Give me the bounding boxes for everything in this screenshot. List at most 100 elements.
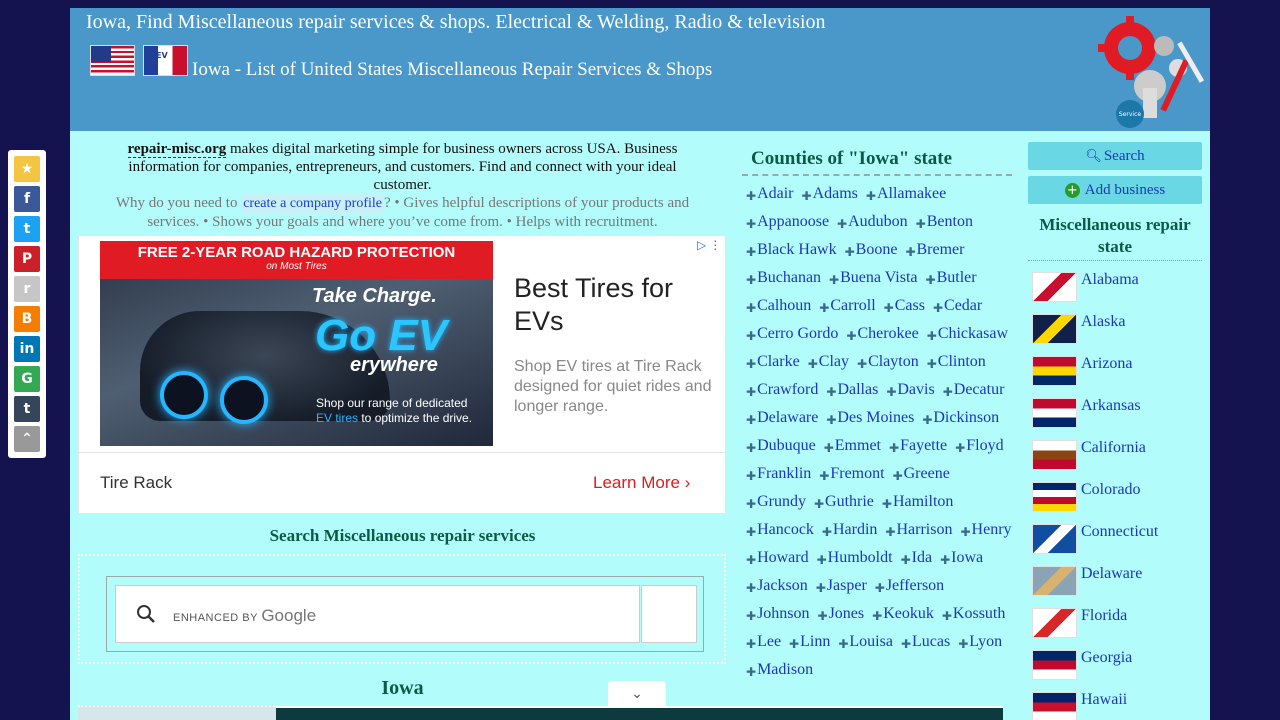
county-link[interactable]: ✚ Boone [845,240,898,268]
ad-choices-icon[interactable]: ▷ ⋮ [697,238,721,253]
ad-brand[interactable]: Tire Rack [100,473,172,493]
county-link[interactable]: ✚ Cherokee [846,324,918,352]
bottom-anchor-ad[interactable] [276,706,1003,720]
search-button[interactable]: 🔍︎ Search [1028,142,1202,170]
county-link[interactable]: ✚ Louisa [838,632,893,660]
county-link[interactable]: ✚ Davis [886,380,934,408]
county-link[interactable]: ✚ Carroll [819,296,875,324]
tumblr-icon[interactable]: t [14,396,40,422]
county-link[interactable]: ✚ Clayton [857,352,919,380]
linkedin-icon[interactable]: in [14,336,40,362]
blogger-icon[interactable]: B [14,306,40,332]
county-link[interactable]: ✚ Harrison [885,520,952,548]
county-link[interactable]: ✚ Lyon [958,632,1002,660]
county-link[interactable]: ✚ Buena Vista [829,268,917,296]
county-link[interactable]: ✚ Lucas [901,632,950,660]
county-link[interactable]: ✚ Fayette [889,436,947,464]
county-link[interactable]: ✚ Hardin [822,520,878,548]
county-link[interactable]: ✚ Dubuque [746,436,816,464]
county-link[interactable]: ✚ Keokuk [872,604,934,632]
county-link[interactable]: ✚ Lee [746,632,781,660]
add-business-button[interactable]: + Add business [1028,176,1202,204]
county-link[interactable]: ✚ Dickinson [922,408,999,436]
county-link[interactable]: ✚ Hamilton [882,492,954,520]
twitter-icon[interactable]: t [14,216,40,242]
county-link[interactable]: ✚ Chickasaw [927,324,1008,352]
collapse-ad-button[interactable]: ⌄ [608,681,666,708]
county-link[interactable]: ✚ Delaware [746,408,818,436]
county-link[interactable]: ✚ Howard [746,548,809,576]
service-logo-icon: Service [1098,16,1205,128]
state-link[interactable]: Arkansas [1032,397,1141,428]
state-link[interactable]: Colorado [1032,481,1141,512]
county-link[interactable]: ✚ Buchanan [746,268,821,296]
county-link[interactable]: ✚ Cedar [933,296,982,324]
county-link[interactable]: ✚ Calhoun [746,296,811,324]
county-link[interactable]: ✚ Fremont [819,464,884,492]
state-link[interactable]: Georgia [1032,649,1132,680]
county-link[interactable]: ✚ Floyd [955,436,1003,464]
county-link[interactable]: ✚ Jefferson [875,576,944,604]
county-link[interactable]: ✚ Clay [808,352,849,380]
county-link[interactable]: ✚ Clinton [927,352,986,380]
county-link[interactable]: ✚ Ida [901,548,933,576]
ad-image[interactable]: FREE 2-YEAR ROAD HAZARD PROTECTION on Mo… [100,241,493,446]
search-submit-button[interactable] [641,585,697,643]
iowa-flag-icon[interactable]: EV [143,45,188,76]
county-link[interactable]: ✚ Grundy [746,492,806,520]
county-link[interactable]: ✚ Adams [802,184,858,212]
county-link[interactable]: ✚ Jones [818,604,865,632]
county-link[interactable]: ✚ Appanoose [746,212,829,240]
favorites-icon[interactable]: ★ [14,156,40,182]
scroll-up-icon[interactable]: ⌃ [14,426,40,452]
county-link[interactable]: ✚ Crawford [746,380,818,408]
search-input[interactable]: ENHANCED BY Google [115,585,640,643]
county-link[interactable]: ✚ Cass [884,296,925,324]
county-link[interactable]: ✚ Kossuth [942,604,1006,632]
state-link[interactable]: Alabama [1032,271,1139,302]
county-link[interactable]: ✚ Iowa [940,548,983,576]
ad-headline[interactable]: Best Tires for EVs [514,272,704,338]
reddit-icon[interactable]: r [14,276,40,302]
county-link[interactable]: ✚ Madison [746,660,813,688]
county-link[interactable]: ✚ Clarke [746,352,800,380]
county-link[interactable]: ✚ Greene [893,464,950,492]
state-link[interactable]: Arizona [1032,355,1133,386]
county-link[interactable]: ✚ Adair [746,184,794,212]
google-icon[interactable]: G [14,366,40,392]
county-link[interactable]: ✚ Black Hawk [746,240,837,268]
tire-rack-ad[interactable]: FREE 2-YEAR ROAD HAZARD PROTECTION on Mo… [78,235,726,514]
create-company-profile-link[interactable]: create a company profile [241,194,384,213]
county-link[interactable]: ✚ Jasper [816,576,867,604]
us-flag-icon[interactable] [90,45,135,76]
state-link[interactable]: Florida [1032,607,1127,638]
pinterest-icon[interactable]: P [14,246,40,272]
county-link[interactable]: ✚ Guthrie [814,492,874,520]
state-link[interactable]: Hawaii [1032,691,1127,720]
county-link[interactable]: ✚ Linn [789,632,830,660]
county-link[interactable]: ✚ Jackson [746,576,808,604]
site-brand-link[interactable]: repair-misc.org [127,141,227,158]
state-link[interactable]: Delaware [1032,565,1142,596]
county-link[interactable]: ✚ Bremer [905,240,964,268]
state-link[interactable]: California [1032,439,1146,470]
county-link[interactable]: ✚ Des Moines [826,408,914,436]
county-link[interactable]: ✚ Allamakee [866,184,946,212]
learn-more-button[interactable]: Learn More › [593,473,690,493]
county-link[interactable]: ✚ Audubon [837,212,908,240]
state-link[interactable]: Alaska [1032,313,1125,344]
state-link[interactable]: Connecticut [1032,523,1158,554]
facebook-icon[interactable]: f [14,186,40,212]
county-link[interactable]: ✚ Butler [926,268,977,296]
county-link[interactable]: ✚ Decatur [943,380,1005,408]
county-link[interactable]: ✚ Franklin [746,464,811,492]
iowa-map[interactable] [78,705,278,720]
county-link[interactable]: ✚ Cerro Gordo [746,324,838,352]
county-link[interactable]: ✚ Humboldt [817,548,893,576]
county-link[interactable]: ✚ Hancock [746,520,814,548]
county-link[interactable]: ✚ Johnson [746,604,810,632]
county-link[interactable]: ✚ Dallas [826,380,878,408]
county-link[interactable]: ✚ Benton [916,212,973,240]
county-link[interactable]: ✚ Emmet [824,436,881,464]
county-link[interactable]: ✚ Henry [960,520,1011,548]
